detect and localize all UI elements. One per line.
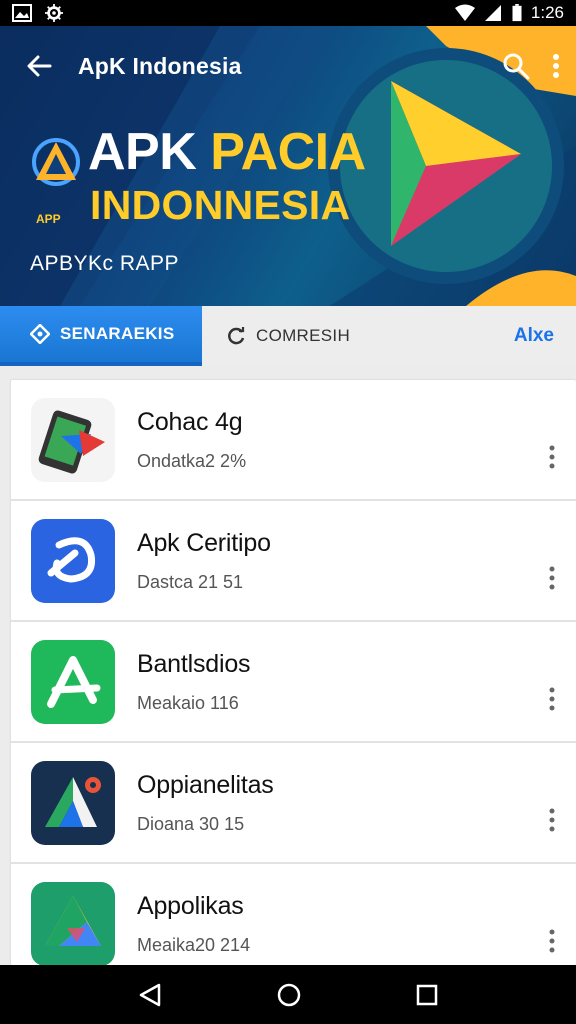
app-bar-title: ApK Indonesia [78, 52, 242, 79]
banner-title-word1: APK [88, 123, 197, 181]
phone-app-icon [31, 397, 115, 482]
shield-icon [30, 324, 50, 344]
tab-more-link[interactable]: Alxe [514, 306, 576, 366]
list-item[interactable]: Appolikas Meaika20 214 [11, 864, 576, 965]
tab-bar: SENARAEKIS COMRESIH Alxe [0, 306, 576, 366]
app-bar: ApK Indonesia [0, 40, 576, 92]
app-name: Apk Ceritipo [137, 528, 271, 557]
more-vert-icon[interactable] [552, 53, 560, 79]
banner-subtitle: INDONNESIA [90, 182, 351, 228]
status-time: 1:26 [530, 3, 564, 22]
wifi-icon [454, 4, 475, 21]
back-triangle-icon[interactable] [137, 982, 163, 1008]
drive-triangle-app-icon [31, 881, 115, 965]
banner-title: APK PACIA [88, 122, 366, 182]
item-more-icon[interactable] [542, 563, 562, 593]
battery-icon [512, 4, 522, 22]
signal-icon [484, 5, 501, 21]
app-meta: Dastca 21 51 [137, 571, 244, 592]
item-more-icon[interactable] [542, 926, 562, 956]
banner-title-word2: PACIA [210, 123, 366, 181]
tab-label: COMRESIH [256, 326, 351, 345]
app-meta: Meaika20 214 [137, 934, 251, 955]
list-item[interactable]: Bantlsdios Meakaio 116 [11, 622, 576, 743]
tab-comresih[interactable]: COMRESIH [202, 306, 350, 366]
logo-caption: APP [36, 212, 61, 226]
list-item[interactable]: Cohac 4g Ondatka2 2% [11, 380, 576, 501]
item-more-icon[interactable] [542, 442, 562, 472]
back-button[interactable] [0, 40, 78, 92]
item-more-icon[interactable] [542, 684, 562, 714]
home-circle-icon[interactable] [276, 982, 302, 1008]
list-item[interactable]: Apk Ceritipo Dastca 21 51 [11, 501, 576, 622]
banner-tagline: APBYKc RAPP [30, 252, 180, 275]
header-banner: ApK Indonesia APP APK PACIA INDONNESIA A… [0, 26, 576, 306]
back-arrow-icon [27, 55, 52, 77]
image-icon [12, 4, 32, 22]
blue-swirl-app-icon [31, 518, 115, 603]
app-meta: Meakaio 116 [137, 692, 239, 713]
refresh-icon [228, 327, 245, 345]
apk-logo-icon [32, 138, 80, 186]
status-bar: 1:26 [0, 0, 576, 26]
app-name: Cohac 4g [137, 407, 243, 436]
app-meta: Ondatka2 2% [137, 450, 247, 471]
settings-icon [45, 4, 63, 22]
app-name: Oppianelitas [137, 770, 274, 799]
recents-square-icon[interactable] [415, 983, 439, 1007]
app-name: Bantlsdios [137, 649, 251, 678]
tab-senaraekis[interactable]: SENARAEKIS [0, 306, 202, 366]
app-list: Cohac 4g Ondatka2 2% Apk Ceritipo Dastca… [11, 380, 576, 965]
list-item[interactable]: Oppianelitas Dioana 30 15 [11, 743, 576, 864]
system-nav-bar [0, 965, 576, 1024]
app-meta: Dioana 30 15 [137, 813, 245, 834]
green-a-app-icon [31, 639, 115, 724]
item-more-icon[interactable] [542, 805, 562, 835]
navy-a-map-app-icon [31, 760, 115, 845]
tab-label: SENARAEKIS [60, 324, 175, 343]
search-icon[interactable] [502, 52, 530, 80]
app-name: Appolikas [137, 891, 244, 920]
